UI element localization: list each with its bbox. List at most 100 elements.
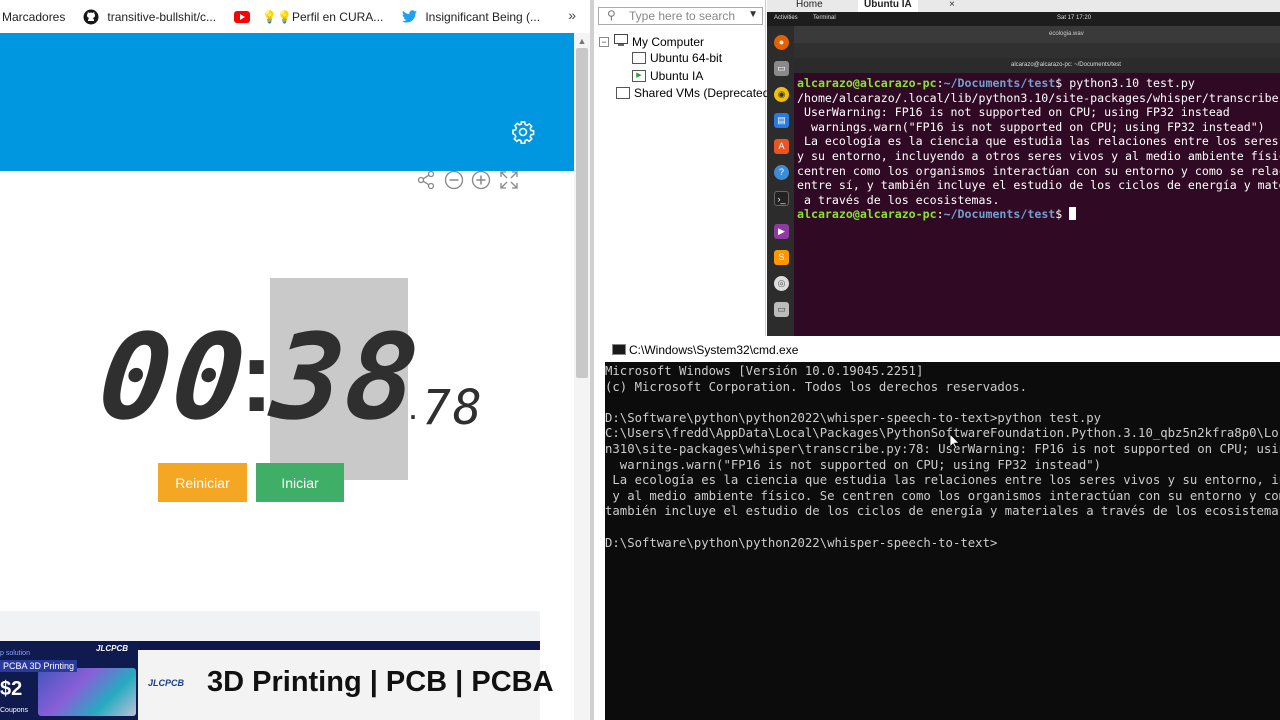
bookmark-cura[interactable]: 💡💡Perfil en CURA... (262, 10, 383, 24)
bookmark-youtube[interactable] (234, 9, 258, 25)
cmd-line: D:\Software\python\python2022\whisper-sp… (605, 535, 998, 550)
cmd-line: también incluye el estudio de los ciclos… (605, 504, 1280, 519)
ubuntu-output-line: entre sí, y también incluye el estudio d… (797, 178, 1280, 193)
gear-icon[interactable] (511, 120, 535, 144)
prompt-path: ~/Documents/test (943, 207, 1056, 222)
bookmark-github[interactable]: transitive-bullshit/c... (83, 9, 216, 25)
sublime-icon[interactable]: S (774, 250, 789, 265)
terminal-icon[interactable]: ›_ (774, 191, 789, 206)
collapse-icon[interactable]: − (599, 37, 609, 47)
disc-icon[interactable]: ◎ (774, 276, 789, 291)
tab-ubuntu-ia[interactable]: Ubuntu IA (858, 0, 918, 12)
gnome-top-bar: Activities Terminal Sat 17 17:20 (767, 12, 1280, 26)
prompt-user: alcarazo@alcarazo-pc (797, 76, 937, 90)
jlcpcb-logo: JLCPCB (96, 644, 129, 653)
cmd-line: n310\site-packages\whisper\transcribe.py… (605, 441, 1280, 456)
tree-item-my-computer[interactable]: − My Computer (599, 34, 704, 50)
close-icon[interactable]: × (943, 0, 961, 12)
help-icon[interactable]: ? (774, 165, 789, 180)
cmd-line: (c) Microsoft Corporation. Todos los der… (605, 379, 1027, 394)
fullscreen-icon[interactable] (498, 170, 520, 192)
file-window-body (794, 43, 1280, 58)
files-icon[interactable]: ▭ (774, 61, 789, 76)
browser-scroll-thumb[interactable] (576, 48, 588, 378)
ubuntu-output-line: /home/alcarazo/.local/lib/python3.10/sit… (797, 90, 1280, 105)
tab-home[interactable]: Home (790, 0, 829, 12)
prompt-path: ~/Documents/test (943, 76, 1056, 90)
cmd-line: warnings.warn("FP16 is not supported on … (605, 457, 1102, 472)
cmd-icon (612, 344, 626, 355)
ubuntu-terminal-output[interactable]: alcarazo@alcarazo-pc:~/Documents/test$ p… (797, 76, 1280, 226)
vm-tabbar (767, 0, 1280, 12)
ad-tagline: p solution (0, 650, 30, 657)
cmd-line: La ecología es la ciencia que estudia la… (605, 473, 1280, 488)
cmd-line: Microsoft Windows [Versión 10.0.19045.22… (605, 364, 924, 378)
activities-button[interactable]: Activities (774, 15, 798, 21)
tree-item-ubuntu-64[interactable]: Ubuntu 64-bit (632, 51, 722, 65)
cmd-line: D:\Software\python\python2022\whisper-sp… (605, 410, 1102, 425)
file-window-titlebar: ecologia.wav (794, 26, 1280, 43)
writer-icon[interactable]: ▤ (774, 113, 789, 128)
github-icon (83, 9, 99, 25)
clock[interactable]: Sat 17 17:20 (1057, 15, 1091, 21)
bookmark-marcadores[interactable]: Marcadores (2, 10, 65, 24)
search-icon: ⚲ (607, 8, 616, 22)
tree-label: Ubuntu IA (650, 69, 704, 83)
search-placeholder: Type here to search (629, 9, 736, 23)
video-icon[interactable]: ▶ (774, 224, 789, 239)
zoom-out-icon[interactable] (443, 170, 465, 192)
ubuntu-output-line: La ecología es la ciencia que estudia la… (797, 134, 1280, 149)
ad-pcba-tag: PCBA 3D Printing (0, 660, 78, 672)
bookmark-github-label: transitive-bullshit/c... (107, 9, 217, 24)
firefox-icon[interactable]: ● (774, 35, 789, 50)
jlcpcb-logo-secondary: JLCPCB (148, 678, 185, 688)
rhythmbox-icon[interactable]: ◉ (774, 87, 789, 102)
mouse-pointer-icon (949, 433, 960, 450)
tree-label: My Computer (632, 35, 705, 49)
stopwatch-minutes: 00 (92, 308, 254, 446)
ubuntu-command: python3.10 test.py (1069, 76, 1195, 90)
tree-label: Shared VMs (Deprecated) (634, 86, 774, 100)
ad-price: $2 (0, 678, 23, 700)
ubuntu-terminal-title: alcarazo@alcarazo-pc: ~/Documents/test (1011, 62, 1121, 68)
start-button[interactable]: Iniciar (256, 463, 344, 502)
youtube-icon (234, 9, 251, 25)
cmd-output[interactable]: Microsoft Windows [Versión 10.0.19045.22… (605, 364, 1280, 714)
page-footer-band (0, 611, 540, 641)
zoom-in-icon[interactable] (470, 170, 492, 192)
vm-tree-lower (594, 336, 605, 720)
computer-icon (614, 34, 628, 50)
prompt-user: alcarazo@alcarazo-pc (797, 207, 937, 222)
vm-running-icon: ▶ (632, 70, 646, 82)
tree-label: Ubuntu 64-bit (650, 51, 723, 65)
ubuntu-output-line: centren como los organismos interactúan … (797, 163, 1280, 178)
stopwatch-dot: . (408, 386, 419, 427)
bookmarks-overflow-button[interactable]: » (568, 7, 576, 23)
ubuntu-output-line: warnings.warn("FP16 is not supported on … (797, 119, 1265, 134)
bookmark-folder-label: Marcadores (2, 9, 66, 24)
ad-coupons: Coupons (0, 707, 29, 714)
cmd-title: C:\Windows\System32\cmd.exe (629, 343, 799, 357)
cmd-titlebar[interactable]: C:\Windows\System32\cmd.exe (605, 336, 1280, 362)
ad-title: 3D Printing | PCB | PCBA (207, 666, 554, 698)
vm-search-input[interactable]: ⚲ Type here to search ▼ (598, 7, 763, 25)
tree-item-ubuntu-ia[interactable]: ▶ Ubuntu IA (632, 69, 703, 83)
ubuntu-output-line: y su entorno, incluyendo a otros seres v… (797, 148, 1280, 163)
scroll-up-arrow-icon[interactable]: ▲ (576, 36, 588, 46)
terminal-app-menu[interactable]: Terminal (813, 15, 836, 21)
file-window-title: ecologia.wav (1049, 31, 1084, 37)
pcb-boards-image (38, 668, 136, 716)
chevron-down-icon[interactable]: ▼ (748, 9, 758, 20)
reset-button[interactable]: Reiniciar (158, 463, 247, 502)
bookmark-cura-label: 💡💡Perfil en CURA... (262, 9, 384, 24)
cmd-line: C:\Users\fredd\AppData\Local\Packages\Py… (605, 426, 1280, 441)
page-header-banner (0, 33, 574, 171)
tree-item-shared-vms[interactable]: Shared VMs (Deprecated) (616, 86, 773, 100)
twitter-icon (401, 9, 417, 25)
cmd-line: y al medio ambiente físico. Se centren c… (605, 488, 1280, 503)
bookmark-twitter[interactable]: Insignificant Being (... (401, 9, 540, 25)
software-icon[interactable]: A (774, 139, 789, 154)
share-icon[interactable] (415, 170, 437, 192)
drive-icon[interactable]: ▭ (774, 302, 789, 317)
terminal-cursor (1069, 207, 1077, 221)
